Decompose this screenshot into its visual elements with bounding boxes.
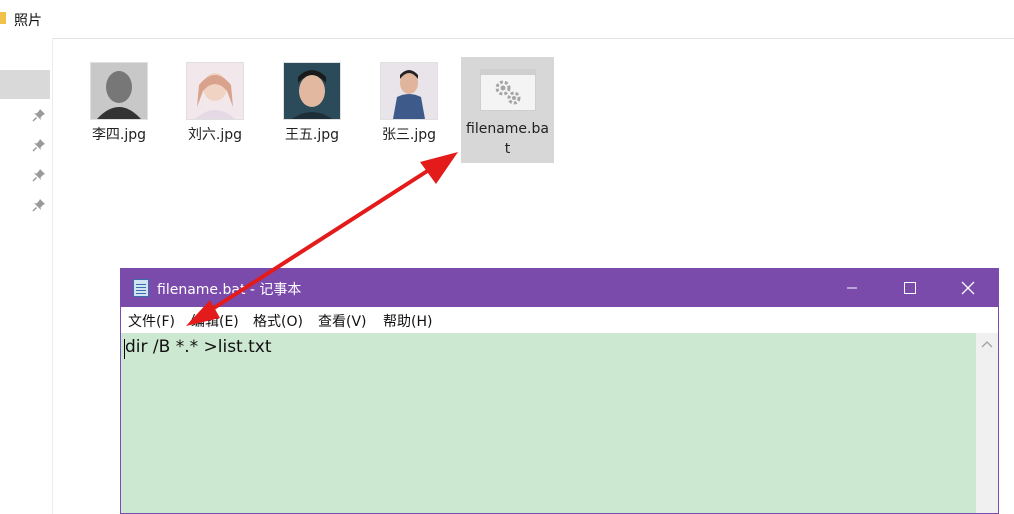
pin-icon[interactable]: [32, 108, 46, 122]
pin-icon[interactable]: [32, 198, 46, 212]
menu-edit[interactable]: 编辑(E): [191, 311, 239, 331]
vertical-scrollbar[interactable]: [976, 333, 998, 513]
menu-format[interactable]: 格式(O): [253, 311, 303, 331]
text-editor[interactable]: dir /B *.* >list.txt: [121, 333, 976, 513]
menu-file[interactable]: 文件(F): [128, 311, 175, 331]
pin-icon[interactable]: [32, 138, 46, 152]
menu-help[interactable]: 帮助(H): [383, 311, 432, 331]
file-content: dir /B *.* >list.txt: [125, 337, 272, 357]
photo-thumbnail: [380, 62, 438, 120]
maximize-button[interactable]: [881, 269, 939, 307]
menu-bar: 文件(F) 编辑(E) 格式(O) 查看(V) 帮助(H): [121, 307, 998, 333]
minimize-button[interactable]: [823, 269, 881, 307]
notepad-title: filename.bat - 记事本: [157, 282, 302, 298]
bat-file-item[interactable]: filename.bat: [461, 57, 554, 163]
close-button[interactable]: [939, 269, 997, 307]
file-item[interactable]: 张三.jpg: [367, 62, 451, 145]
maximize-icon: [904, 282, 916, 294]
explorer-title: 照片: [14, 13, 42, 29]
photo-thumbnail: [90, 62, 148, 120]
file-name: 王五.jpg: [284, 127, 340, 143]
folder-icon: [0, 12, 6, 24]
pin-icon[interactable]: [32, 168, 46, 182]
file-name: 张三.jpg: [381, 127, 437, 143]
menu-view[interactable]: 查看(V): [318, 311, 367, 331]
file-item[interactable]: 王五.jpg: [270, 62, 354, 145]
close-icon: [961, 281, 975, 295]
notepad-window: filename.bat - 记事本 文件(F) 编辑(E) 格式(O) 查看(…: [120, 268, 999, 514]
photo-thumbnail: [186, 62, 244, 120]
batch-file-gear-icon: [479, 69, 536, 111]
navigation-pane: [0, 38, 53, 514]
minimize-icon: [847, 287, 857, 289]
explorer-title-bar: 照片: [0, 0, 1014, 39]
notepad-title-bar[interactable]: filename.bat - 记事本: [121, 269, 998, 307]
nav-item-selected[interactable]: [0, 70, 50, 99]
file-item[interactable]: 刘六.jpg: [173, 62, 257, 145]
file-name: 刘六.jpg: [187, 127, 243, 143]
photo-thumbnail: [283, 62, 341, 120]
file-item[interactable]: 李四.jpg: [77, 62, 161, 145]
notepad-icon: [133, 279, 149, 297]
file-name: 李四.jpg: [91, 127, 147, 143]
bat-file-name: filename.bat: [466, 121, 549, 157]
scroll-up-icon[interactable]: [981, 339, 993, 349]
